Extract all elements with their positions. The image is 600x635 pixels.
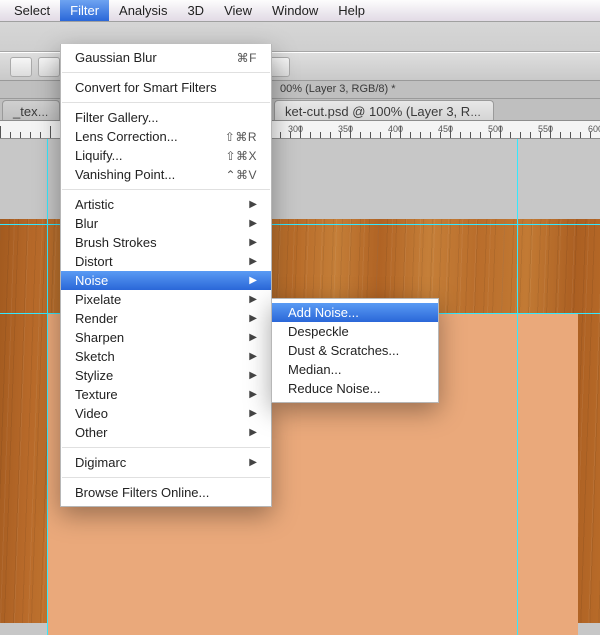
ruler-label: 400	[388, 124, 403, 134]
shortcut-label: ⌃⌘V	[225, 168, 257, 182]
submenu-arrow-icon: ▶	[249, 294, 257, 305]
submenu-arrow-icon: ▶	[249, 313, 257, 324]
submenu-arrow-icon: ▶	[249, 275, 257, 286]
menu-item-sharpen[interactable]: Sharpen ▶	[61, 328, 271, 347]
menu-item-digimarc[interactable]: Digimarc▶	[61, 453, 271, 472]
submenu-item-median[interactable]: Median...	[272, 360, 438, 379]
menu-item-pixelate[interactable]: Pixelate ▶	[61, 290, 271, 309]
menu-separator	[62, 477, 270, 478]
ruler-label: 450	[438, 124, 453, 134]
document-tab[interactable]: ket-cut.psd @ 100% (Layer 3, RGB/8) *×	[274, 100, 494, 120]
menu-item-browse-online[interactable]: Browse Filters Online...	[61, 483, 271, 502]
submenu-item-label: Despeckle	[288, 324, 349, 339]
submenu-arrow-icon: ▶	[249, 351, 257, 362]
submenu-arrow-icon: ▶	[249, 237, 257, 248]
ruler-label: 350	[338, 124, 353, 134]
tool-button[interactable]	[38, 57, 60, 77]
menu-item-video[interactable]: Video ▶	[61, 404, 271, 423]
menu-select[interactable]: Select	[4, 0, 60, 21]
submenu-arrow-icon: ▶	[249, 256, 257, 267]
shortcut-label: ⌘F	[237, 51, 257, 65]
menu-separator	[62, 72, 270, 73]
shortcut-label: ⇧⌘R	[225, 130, 257, 144]
ruler-label: 550	[538, 124, 553, 134]
submenu-arrow-icon: ▶	[249, 408, 257, 419]
menu-item-label: Texture	[75, 387, 118, 402]
guide-vertical[interactable]	[517, 139, 518, 635]
submenu-arrow-icon: ▶	[249, 218, 257, 229]
menu-item-label: Distort	[75, 254, 113, 269]
submenu-item-label: Median...	[288, 362, 341, 377]
submenu-arrow-icon: ▶	[249, 332, 257, 343]
menu-item-artistic[interactable]: Artistic ▶	[61, 195, 271, 214]
menu-item-texture[interactable]: Texture ▶	[61, 385, 271, 404]
menu-item-label: Blur	[75, 216, 98, 231]
submenu-item-dust-scratches[interactable]: Dust & Scratches...	[272, 341, 438, 360]
menu-analysis[interactable]: Analysis	[109, 0, 177, 21]
submenu-item-label: Reduce Noise...	[288, 381, 381, 396]
menu-item-filter-gallery[interactable]: Filter Gallery...	[61, 108, 271, 127]
menu-item-noise[interactable]: Noise ▶	[61, 271, 271, 290]
menu-help[interactable]: Help	[328, 0, 375, 21]
shortcut-label: ⇧⌘X	[225, 149, 257, 163]
menu-item-render[interactable]: Render ▶	[61, 309, 271, 328]
guide-vertical[interactable]	[47, 139, 48, 635]
menu-item-vanishing-point[interactable]: Vanishing Point...⌃⌘V	[61, 165, 271, 184]
menu-view[interactable]: View	[214, 0, 262, 21]
filter-menu-dropdown: Gaussian Blur ⌘F Convert for Smart Filte…	[60, 44, 272, 507]
menu-item-label: Artistic	[75, 197, 114, 212]
ruler-label: 600	[588, 124, 600, 134]
tool-button[interactable]	[10, 57, 32, 77]
menu-item-lens-correction[interactable]: Lens Correction...⇧⌘R	[61, 127, 271, 146]
menu-item-label: Sharpen	[75, 330, 124, 345]
menu-item-label: Pixelate	[75, 292, 121, 307]
menu-separator	[62, 102, 270, 103]
menu-item-distort[interactable]: Distort ▶	[61, 252, 271, 271]
submenu-arrow-icon: ▶	[249, 457, 257, 468]
submenu-item-label: Dust & Scratches...	[288, 343, 399, 358]
menu-3d[interactable]: 3D	[177, 0, 214, 21]
submenu-arrow-icon: ▶	[249, 199, 257, 210]
submenu-item-add-noise[interactable]: Add Noise...	[272, 303, 438, 322]
menu-separator	[62, 447, 270, 448]
submenu-item-reduce-noise[interactable]: Reduce Noise...	[272, 379, 438, 398]
doc-title-overflow: 00% (Layer 3, RGB/8) *	[280, 83, 396, 95]
menu-item-last-filter[interactable]: Gaussian Blur ⌘F	[61, 48, 271, 67]
menu-item-label: Sketch	[75, 349, 115, 364]
menu-item-smart-filters[interactable]: Convert for Smart Filters	[61, 78, 271, 97]
menu-item-other[interactable]: Other ▶	[61, 423, 271, 442]
submenu-item-despeckle[interactable]: Despeckle	[272, 322, 438, 341]
menu-window[interactable]: Window	[262, 0, 328, 21]
ruler-label: 300	[288, 124, 303, 134]
noise-submenu: Add Noise... Despeckle Dust & Scratches...…	[271, 298, 439, 403]
submenu-item-label: Add Noise...	[288, 305, 359, 320]
menu-separator	[62, 189, 270, 190]
document-tab[interactable]: _textured_t	[2, 100, 60, 120]
submenu-arrow-icon: ▶	[249, 427, 257, 438]
workspace: 00% (Layer 3, RGB/8) * _textured_t ket-c…	[0, 22, 600, 635]
ruler-label: 500	[488, 124, 503, 134]
menu-item-label: Noise	[75, 273, 108, 288]
menu-item-label: Video	[75, 406, 108, 421]
menu-filter[interactable]: Filter	[60, 0, 109, 21]
menubar: Select Filter Analysis 3D View Window He…	[0, 0, 600, 22]
menu-item-label: Brush Strokes	[75, 235, 157, 250]
submenu-arrow-icon: ▶	[249, 389, 257, 400]
menu-item-label: Stylize	[75, 368, 113, 383]
menu-item-label: Other	[75, 425, 108, 440]
menu-item-sketch[interactable]: Sketch ▶	[61, 347, 271, 366]
menu-item-stylize[interactable]: Stylize ▶	[61, 366, 271, 385]
menu-item-brush-strokes[interactable]: Brush Strokes ▶	[61, 233, 271, 252]
menu-item-liquify[interactable]: Liquify...⇧⌘X	[61, 146, 271, 165]
menu-item-blur[interactable]: Blur ▶	[61, 214, 271, 233]
menu-item-label: Render	[75, 311, 118, 326]
submenu-arrow-icon: ▶	[249, 370, 257, 381]
